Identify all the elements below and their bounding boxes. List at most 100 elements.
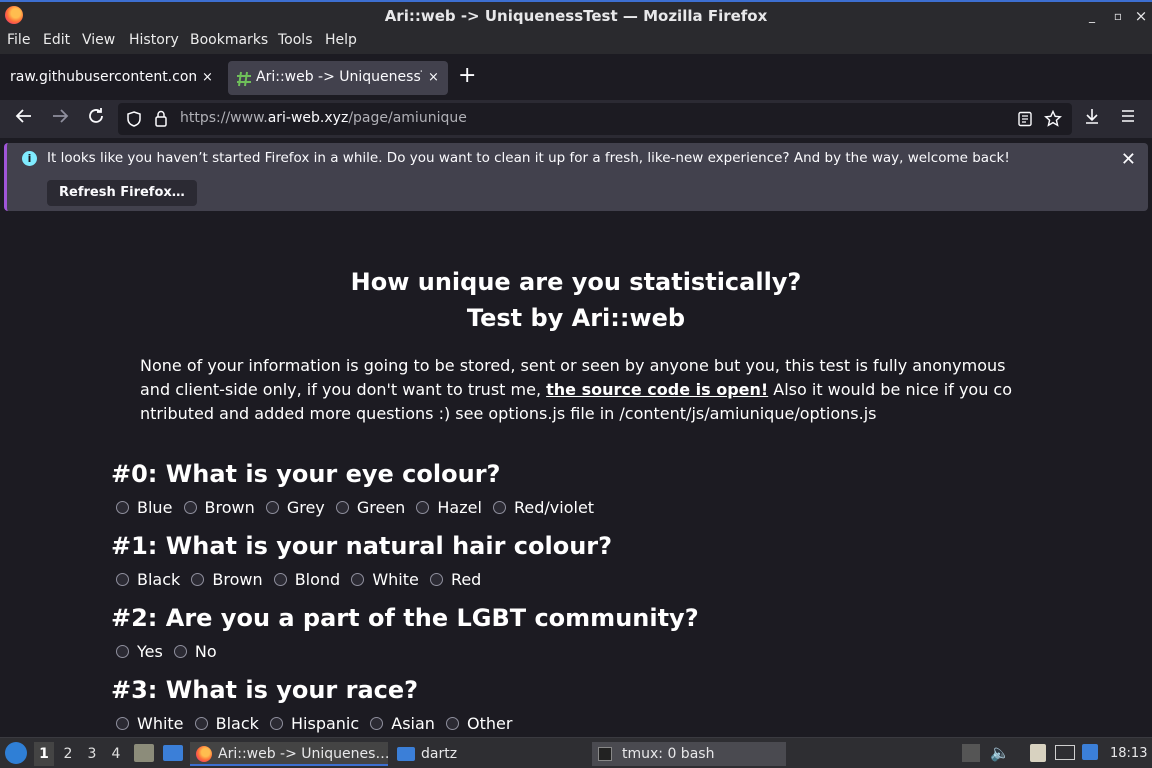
volume-icon[interactable]: 🔈: [990, 743, 1010, 762]
download-icon: [1086, 109, 1098, 124]
taskbar-app-firefox[interactable]: Ari::web -> Uniquenes…: [190, 742, 389, 766]
url-text[interactable]: https://www.ari-web.xyz/page/amiunique: [180, 110, 467, 126]
option-blue[interactable]: Blue: [116, 498, 172, 517]
menu-history[interactable]: History: [129, 32, 179, 48]
option-label: Hispanic: [291, 714, 360, 733]
radio-button[interactable]: [370, 717, 384, 730]
taskbar-app-dartz[interactable]: dartz: [395, 742, 585, 766]
option-white[interactable]: White: [116, 714, 184, 733]
question-options: White Black Hispanic Asian Other: [116, 714, 518, 736]
option-yes[interactable]: Yes: [116, 642, 163, 661]
folder-icon: [397, 747, 415, 761]
menu-help[interactable]: Help: [325, 32, 357, 48]
option-red[interactable]: Red: [429, 570, 482, 589]
menu-edit[interactable]: Edit: [43, 32, 70, 48]
question-title: #0: What is your eye colour?: [111, 460, 501, 488]
option-other[interactable]: Other: [446, 714, 512, 733]
menu-bookmarks[interactable]: Bookmarks: [190, 32, 268, 48]
option-white[interactable]: White: [351, 570, 419, 589]
close-tab-icon[interactable]: ×: [202, 70, 213, 85]
minimize-icon[interactable]: _: [1084, 8, 1100, 24]
close-notification-icon[interactable]: ✕: [1121, 149, 1136, 170]
taskbar-app-tmux[interactable]: tmux: 0 bash: [592, 742, 786, 766]
workspace-4[interactable]: 4: [106, 742, 126, 766]
option-red-violet[interactable]: Red/violet: [493, 498, 594, 517]
radio-button[interactable]: [191, 573, 205, 586]
bookmark-star-icon[interactable]: [1044, 110, 1062, 128]
radio-button[interactable]: [116, 645, 129, 658]
forward-button[interactable]: [48, 107, 72, 131]
radio-button[interactable]: [265, 501, 279, 514]
reader-view-icon[interactable]: [1017, 111, 1033, 127]
shield-icon[interactable]: [126, 111, 142, 127]
radio-button[interactable]: [270, 717, 284, 730]
option-green[interactable]: Green: [335, 498, 405, 517]
workspace-2[interactable]: 2: [58, 742, 78, 766]
workspace-3[interactable]: 3: [82, 742, 102, 766]
radio-button[interactable]: [429, 573, 443, 586]
update-notifier-icon[interactable]: [1082, 744, 1098, 760]
back-button[interactable]: [12, 107, 36, 131]
question-title: #2: Are you a part of the LGBT community…: [111, 604, 699, 632]
maximize-icon[interactable]: ▫: [1110, 8, 1126, 24]
show-desktop-icon[interactable]: [163, 745, 183, 761]
radio-button[interactable]: [335, 501, 349, 514]
question-options: Black Brown Blond White Red: [116, 570, 487, 592]
option-brown[interactable]: Brown: [183, 498, 255, 517]
option-brown[interactable]: Brown: [191, 570, 263, 589]
refresh-firefox-notification: i It looks like you haven’t started Fire…: [4, 143, 1148, 211]
option-label: No: [194, 642, 217, 661]
radio-button[interactable]: [416, 501, 430, 514]
radio-button[interactable]: [493, 501, 507, 514]
network-icon[interactable]: [1055, 745, 1075, 760]
tab-ari-web[interactable]: Ari::web -> UniquenessTe ×: [228, 61, 448, 95]
option-label: Blond: [294, 570, 341, 589]
lock-icon[interactable]: [154, 110, 168, 127]
radio-button[interactable]: [194, 717, 208, 730]
clipboard-icon[interactable]: [1030, 744, 1046, 762]
menu-tools[interactable]: Tools: [278, 32, 313, 48]
file-manager-icon[interactable]: [134, 744, 154, 762]
option-label: White: [137, 714, 184, 733]
option-hispanic[interactable]: Hispanic: [270, 714, 359, 733]
radio-button[interactable]: [446, 717, 460, 730]
workspace-1[interactable]: 1: [34, 742, 54, 766]
radio-button[interactable]: [116, 717, 129, 730]
new-tab-button[interactable]: +: [458, 64, 476, 88]
radio-button[interactable]: [116, 501, 129, 514]
reload-button[interactable]: [84, 107, 108, 131]
close-tab-icon[interactable]: ×: [428, 70, 439, 85]
option-grey[interactable]: Grey: [265, 498, 325, 517]
page-content: How unique are you statistically? Test b…: [0, 216, 1152, 737]
close-window-icon[interactable]: ×: [1133, 8, 1149, 24]
option-blond[interactable]: Blond: [273, 570, 341, 589]
option-black[interactable]: Black: [194, 714, 259, 733]
clock[interactable]: 18:13: [1110, 742, 1147, 766]
source-code-link[interactable]: the source code is open!: [546, 380, 768, 399]
menu-view[interactable]: View: [82, 32, 115, 48]
option-label: Red: [450, 570, 482, 589]
page-title-line1: How unique are you statistically?: [350, 268, 802, 296]
option-label: Other: [467, 714, 513, 733]
option-black[interactable]: Black: [116, 570, 180, 589]
radio-button[interactable]: [116, 573, 129, 586]
radio-button[interactable]: [273, 573, 287, 586]
info-icon: i: [22, 151, 37, 166]
option-asian[interactable]: Asian: [370, 714, 435, 733]
tab-raw-github[interactable]: raw.githubusercontent.com/i ×: [2, 61, 222, 95]
radio-button[interactable]: [183, 501, 197, 514]
start-menu-icon[interactable]: [5, 742, 27, 764]
option-hazel[interactable]: Hazel: [416, 498, 482, 517]
refresh-firefox-button[interactable]: Refresh Firefox…: [47, 180, 197, 206]
option-label: Black: [215, 714, 259, 733]
site-favicon-icon: [237, 71, 251, 87]
menu-file[interactable]: File: [7, 32, 30, 48]
app-menu-button[interactable]: [1116, 107, 1140, 131]
downloads-button[interactable]: [1080, 107, 1104, 131]
radio-button[interactable]: [173, 645, 187, 658]
tray-expand-icon[interactable]: [962, 744, 980, 762]
url-bar[interactable]: https://www.ari-web.xyz/page/amiunique: [118, 103, 1072, 135]
radio-button[interactable]: [351, 573, 365, 586]
option-no[interactable]: No: [173, 642, 217, 661]
question-options: Blue Brown Grey Green Hazel Red/violet: [116, 498, 600, 520]
